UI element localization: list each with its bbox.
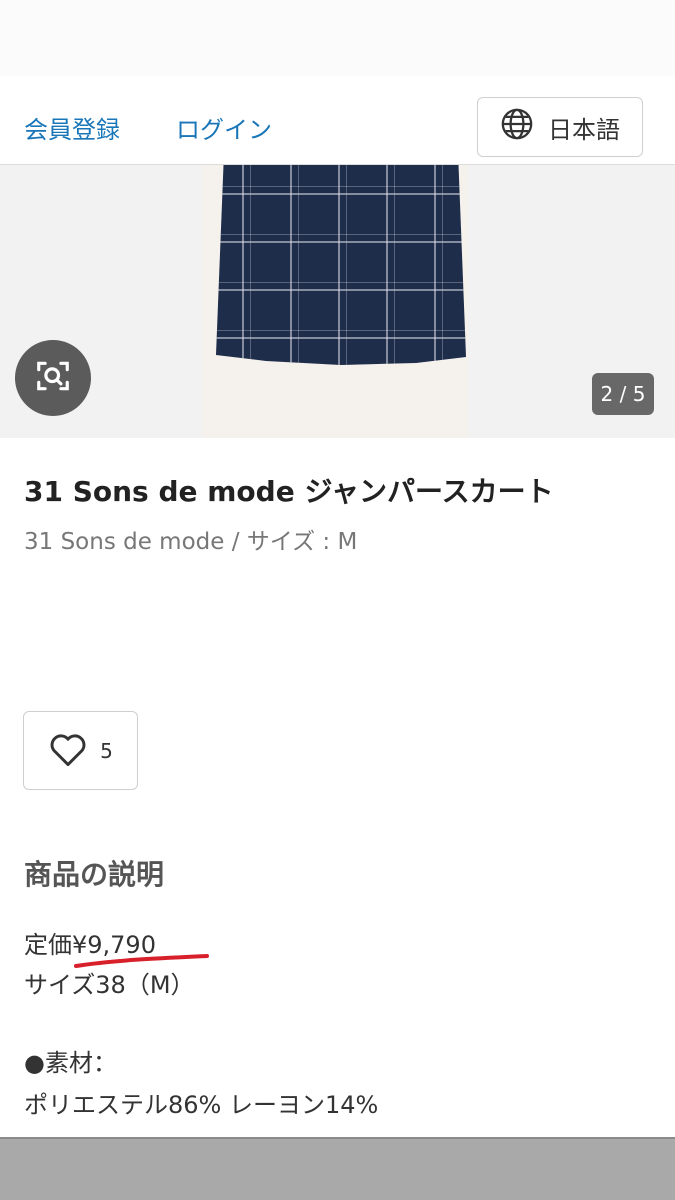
like-count: 5: [100, 738, 113, 763]
globe-icon: [500, 107, 534, 147]
product-title: 31 Sons de mode ジャンパースカート: [24, 475, 554, 508]
heart-icon: [48, 731, 88, 771]
top-strip: [0, 0, 675, 76]
description-line: ポリエステル86% レーヨン14%: [24, 1091, 379, 1119]
description-line: ●素材：: [24, 1049, 117, 1077]
register-link[interactable]: 会員登録: [24, 110, 120, 145]
description-line: サイズ38（M）: [24, 971, 195, 999]
product-image-skirt: [216, 165, 466, 365]
red-underline-annotation: [74, 954, 209, 968]
product-image-gallery[interactable]: 2 / 5: [0, 165, 675, 438]
image-counter: 2 / 5: [592, 373, 654, 415]
like-button[interactable]: 5: [23, 711, 138, 790]
product-subtitle: 31 Sons de mode / サイズ : M: [24, 529, 358, 555]
login-link[interactable]: ログイン: [176, 110, 272, 145]
description-heading: 商品の説明: [24, 858, 165, 891]
bottom-bar: [0, 1137, 675, 1200]
language-button[interactable]: 日本語: [477, 97, 643, 157]
site-header: 会員登録 ログイン 日本語: [0, 76, 675, 165]
language-label: 日本語: [548, 115, 620, 144]
image-search-icon: [34, 357, 72, 399]
image-search-button[interactable]: [15, 340, 91, 416]
